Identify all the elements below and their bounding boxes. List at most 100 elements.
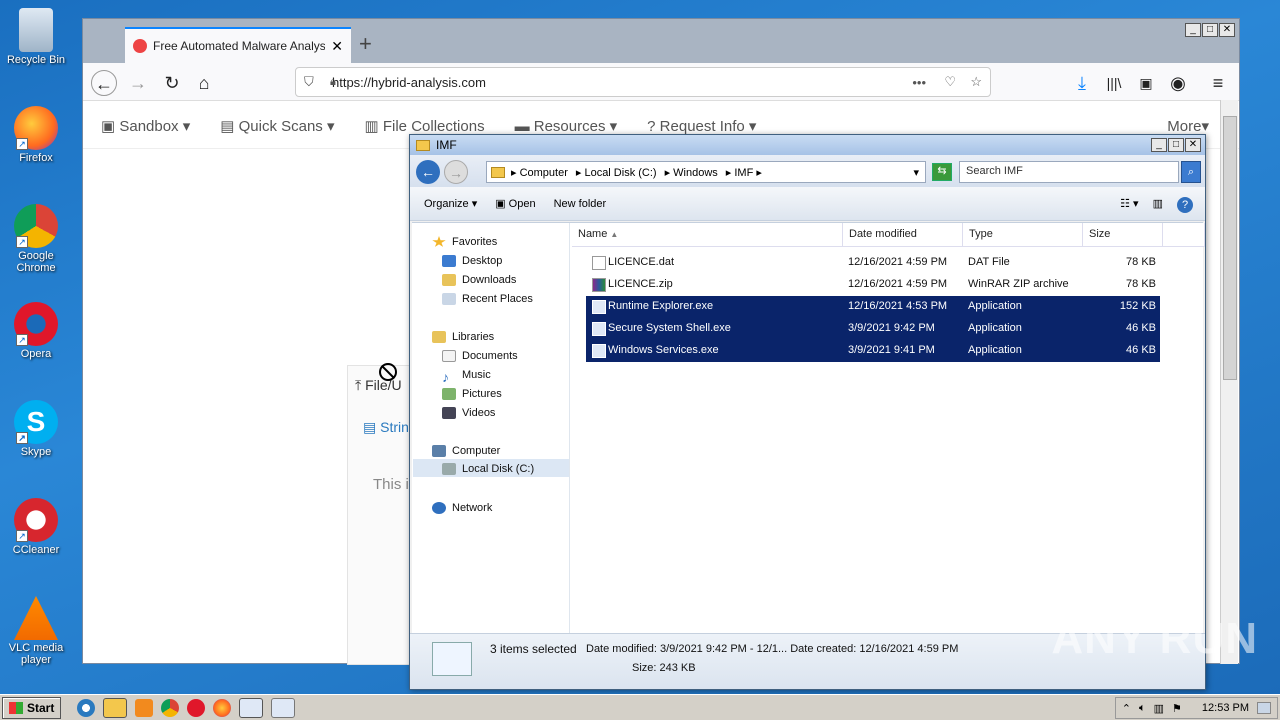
nav-quick-scans[interactable]: ▤ Quick Scans ▾ [220, 117, 334, 135]
desktop-icon-label: Recycle Bin [6, 54, 66, 66]
downloads-icon[interactable]: ⤓ [1069, 70, 1095, 96]
breadcrumb[interactable]: ▸ Computer ▸ Local Disk (C:) ▸ Windows ▸… [486, 161, 926, 183]
back-icon[interactable]: ← [416, 160, 440, 184]
nav-sandbox[interactable]: ▣ Sandbox ▾ [101, 117, 190, 135]
pocket-icon[interactable]: ♡ [944, 74, 956, 90]
url-bar[interactable]: ⛉ 🔒︎ https://hybrid-analysis.com ••• ♡ ☆ [295, 67, 991, 97]
nav-request-info[interactable]: ? Request Info ▾ [647, 117, 756, 135]
column-header-size[interactable]: Size [1083, 223, 1163, 247]
nav-file-collections[interactable]: ▥ File Collections [365, 117, 485, 135]
page-actions-icon[interactable]: ••• [912, 75, 926, 90]
start-button[interactable]: Start [2, 696, 62, 719]
sidebar-icon[interactable]: ▣ [1133, 70, 1159, 96]
column-header-type[interactable]: Type [963, 223, 1083, 247]
close-tab-icon[interactable]: ✕ [331, 38, 343, 55]
breadcrumb-item[interactable]: ▸ Local Disk (C:) [576, 166, 657, 179]
nav-pictures[interactable]: Pictures [442, 385, 502, 403]
videos-icon [442, 407, 456, 419]
home-icon[interactable]: ⌂ [191, 70, 217, 96]
nav-local-disk[interactable]: Local Disk (C:) [442, 460, 534, 478]
firefox-taskbar-icon[interactable] [213, 698, 232, 717]
file-row[interactable]: Windows Services.exe 3/9/2021 9:41 PM Ap… [586, 340, 1160, 362]
media-player-icon[interactable] [135, 698, 154, 717]
nav-more-label: More [1167, 118, 1202, 135]
bookmark-star-icon[interactable]: ☆ [970, 74, 982, 90]
nav-computer[interactable]: Computer [432, 442, 500, 460]
view-options-icon[interactable]: ☷ ▾ [1120, 197, 1138, 213]
file-row[interactable]: LICENCE.dat 12/16/2021 4:59 PM DAT File … [586, 252, 1160, 274]
desktop-icon-ccleaner[interactable]: ↗ CCleaner [6, 498, 66, 556]
search-icon[interactable]: ⌕ [1181, 161, 1201, 183]
action-center-icon[interactable]: ⚑ [1172, 702, 1182, 715]
desktop-icon-skype[interactable]: S ↗ Skype [6, 400, 66, 458]
internet-explorer-icon[interactable] [77, 698, 96, 717]
help-icon[interactable]: ? [1177, 197, 1193, 213]
minimize-button[interactable]: _ [1151, 138, 1167, 152]
nav-resources[interactable]: ▬ Resources ▾ [515, 117, 618, 135]
menu-icon[interactable]: ≡ [1205, 70, 1231, 96]
opera-taskbar-icon[interactable] [187, 698, 206, 717]
file-date: 3/9/2021 9:42 PM [848, 322, 935, 334]
browser-scrollbar[interactable] [1220, 100, 1238, 664]
nav-libraries[interactable]: Libraries [432, 328, 494, 346]
reload-icon[interactable]: ↻ [159, 70, 185, 96]
new-tab-icon[interactable]: + [359, 31, 372, 57]
clock[interactable]: 12:53 PM [1202, 702, 1249, 714]
organize-button[interactable]: Organize ▾ [424, 197, 477, 210]
nav-downloads[interactable]: Downloads [442, 271, 516, 289]
desktop-icon-firefox[interactable]: ↗ Firefox [6, 106, 66, 164]
nav-resources-label: Resources [533, 117, 606, 135]
nav-favorites[interactable]: Favorites [432, 233, 497, 251]
network-tray-icon[interactable]: ▥ [1154, 702, 1164, 715]
minimize-button[interactable]: _ [1185, 23, 1201, 37]
nav-music[interactable]: ♪ Music [442, 366, 491, 385]
maximize-button[interactable]: □ [1168, 138, 1184, 152]
file-row[interactable]: Runtime Explorer.exe 12/16/2021 4:53 PM … [586, 296, 1160, 318]
preview-pane-icon[interactable]: ▥ [1153, 197, 1163, 213]
new-folder-button[interactable]: New folder [554, 198, 607, 210]
refresh-icon[interactable]: ⇆ [932, 163, 952, 181]
show-desktop-icon[interactable] [1257, 702, 1271, 714]
desktop-icon-opera[interactable]: ↗ Opera [6, 302, 66, 360]
nav-recent-places[interactable]: Recent Places [442, 290, 533, 308]
open-button[interactable]: ▣ Open [495, 197, 535, 210]
close-button[interactable]: ✕ [1185, 138, 1201, 152]
back-icon[interactable]: ← [91, 70, 117, 96]
window-taskbar-icon[interactable] [239, 697, 264, 718]
upload-tab[interactable]: ⤒ File/U [355, 377, 402, 394]
forward-icon[interactable]: → [125, 70, 151, 96]
breadcrumb-item[interactable]: ▸ Windows [665, 166, 718, 179]
strings-tab[interactable]: ▤ Strin [363, 419, 409, 436]
search-input[interactable]: Search IMF [959, 161, 1179, 183]
computer-icon [432, 445, 446, 457]
close-button[interactable]: ✕ [1219, 23, 1235, 37]
maximize-button[interactable]: □ [1202, 23, 1218, 37]
column-header-date[interactable]: Date modified [843, 223, 963, 247]
breadcrumb-item[interactable]: ▸ Computer [511, 166, 568, 179]
desktop-icon-chrome[interactable]: ↗ Google Chrome [6, 204, 66, 274]
nav-desktop[interactable]: Desktop [442, 252, 502, 270]
forward-icon[interactable]: → [444, 160, 468, 184]
browser-tab[interactable]: Free Automated Malware Analysis ✕ [125, 27, 351, 63]
nav-videos[interactable]: Videos [442, 404, 495, 422]
breadcrumb-item[interactable]: ▸ IMF ▸ [726, 166, 762, 179]
file-row[interactable]: LICENCE.zip 12/16/2021 4:59 PM WinRAR ZI… [586, 274, 1160, 296]
chevron-down-icon[interactable]: ▾ [913, 166, 919, 179]
window-taskbar-icon[interactable] [271, 697, 296, 718]
open-label: Open [508, 198, 536, 210]
desktop-icon-vlc[interactable]: VLC media player [6, 596, 66, 666]
explorer-taskbar-icon[interactable] [103, 697, 128, 718]
desktop-icon-label: Opera [20, 348, 52, 360]
column-header-name[interactable]: Name ▲ [572, 223, 843, 247]
scrollbar-thumb[interactable] [1223, 116, 1237, 380]
library-icon[interactable]: |||\ [1101, 70, 1127, 96]
tray-expand-icon[interactable]: ⌃ [1122, 702, 1131, 715]
account-icon[interactable]: ◉ [1165, 70, 1191, 96]
nav-documents[interactable]: Documents [442, 347, 518, 365]
nav-network[interactable]: Network [432, 499, 492, 517]
volume-icon[interactable]: 🔈︎ [1139, 702, 1146, 715]
chrome-taskbar-icon[interactable] [161, 698, 180, 717]
desktop-icon-recycle-bin[interactable]: Recycle Bin [6, 8, 66, 66]
nav-more[interactable]: More▾ [1167, 117, 1209, 135]
file-row[interactable]: Secure System Shell.exe 3/9/2021 9:42 PM… [586, 318, 1160, 340]
